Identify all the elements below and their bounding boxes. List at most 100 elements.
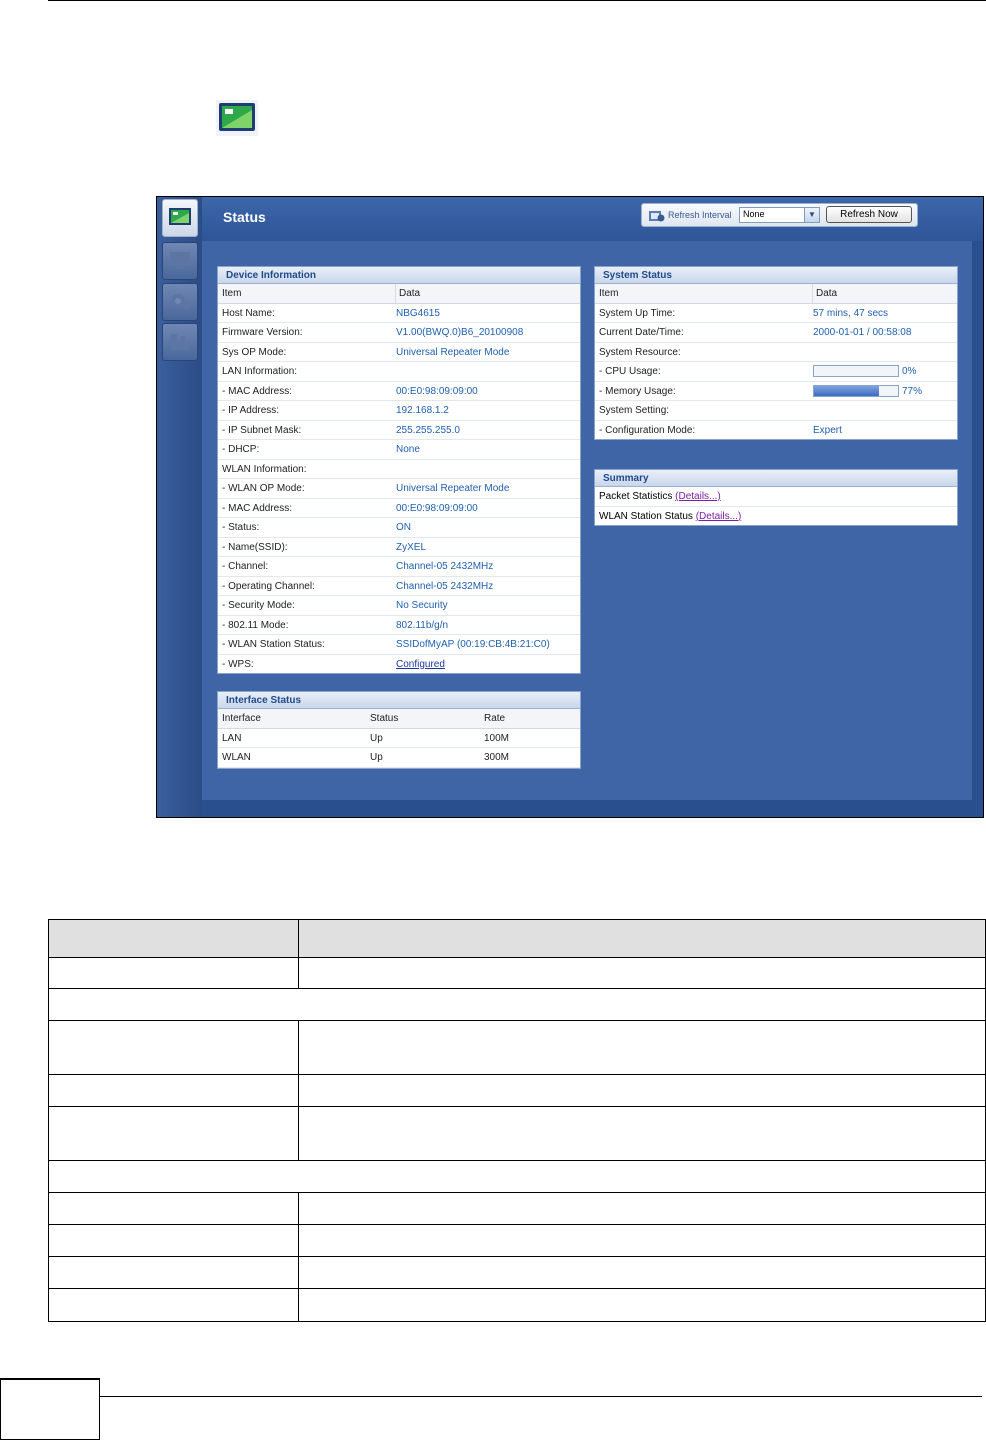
interface-rate: 300M bbox=[484, 752, 510, 763]
table-row: - Name(SSID): ZyXEL bbox=[218, 538, 580, 557]
table-row: LAN Up 100M bbox=[218, 729, 580, 748]
refresh-now-button[interactable]: Refresh Now bbox=[826, 206, 912, 223]
device-info-value[interactable]: Configured bbox=[396, 659, 445, 670]
table-row: - IP Subnet Mask: 255.255.255.0 bbox=[218, 421, 580, 440]
device-info-item: - WPS: bbox=[222, 658, 254, 670]
status-icon bbox=[216, 100, 258, 136]
table-row: Host Name: NBG4615 bbox=[218, 304, 580, 323]
cpu-usage-value: 0% bbox=[902, 366, 917, 377]
device-info-item: - IP Address: bbox=[222, 405, 280, 416]
memory-usage-label: - Memory Usage: bbox=[599, 385, 676, 397]
table-row: - WLAN OP Mode: Universal Repeater Mode bbox=[218, 479, 580, 499]
device-info-item: - 802.11 Mode: bbox=[222, 619, 289, 631]
interface-status: Up bbox=[370, 752, 383, 763]
wlan-station-details-link[interactable]: (Details...) bbox=[696, 511, 742, 522]
footer-rule bbox=[100, 1396, 982, 1397]
device-info-item: Sys OP Mode: bbox=[222, 346, 287, 358]
device-info-value: Universal Repeater Mode bbox=[396, 483, 510, 494]
device-info-value: 00:E0:98:09:09:00 bbox=[396, 385, 478, 397]
refresh-interval-label: Refresh Interval bbox=[668, 210, 732, 220]
interface-name: LAN bbox=[222, 732, 242, 744]
device-info-item: - WLAN OP Mode: bbox=[222, 483, 305, 494]
system-resource-label: System Resource: bbox=[599, 346, 681, 358]
table-row bbox=[48, 1288, 986, 1322]
table-row: - Channel: Channel-05 2432MHz bbox=[218, 557, 580, 577]
web-ui-screenshot: Status Refresh Interval None ▼ Refresh N… bbox=[156, 196, 984, 818]
wlan-station-status-label: WLAN Station Status bbox=[599, 510, 693, 522]
cpu-usage-label: - CPU Usage: bbox=[599, 366, 661, 377]
status-tab-icon[interactable] bbox=[162, 199, 198, 237]
system-setting-label: System Setting: bbox=[599, 405, 670, 416]
panel-title: Summary bbox=[595, 470, 957, 487]
table-row: - WPS: Configured bbox=[218, 655, 580, 674]
device-info-item: Host Name: bbox=[222, 307, 275, 319]
column-header-item: Item bbox=[599, 288, 619, 299]
column-header-interface: Interface bbox=[222, 713, 261, 724]
column-header-status: Status bbox=[370, 713, 399, 724]
table-row bbox=[48, 1160, 986, 1193]
table-row: - DHCP: None bbox=[218, 440, 580, 460]
device-info-value: ON bbox=[396, 522, 411, 533]
list-item: Current Date/Time: 2000-01-01 / 00:58:08 bbox=[595, 323, 957, 343]
table-row bbox=[48, 1224, 986, 1257]
monitor-tab-icon[interactable] bbox=[162, 242, 198, 280]
list-item: System Resource: bbox=[595, 343, 957, 362]
packet-statistics-details-link[interactable]: (Details...) bbox=[675, 491, 721, 502]
refresh-interval-select[interactable]: None ▼ bbox=[739, 207, 820, 223]
table-header: Item Data bbox=[218, 284, 580, 304]
page-number-box bbox=[0, 1378, 100, 1440]
current-datetime-label: Current Date/Time: bbox=[599, 327, 684, 338]
table-row: WLAN Information: bbox=[218, 460, 580, 479]
table-row: - MAC Address: 00:E0:98:09:09:00 bbox=[218, 382, 580, 401]
configuration-tab-icon[interactable] bbox=[162, 283, 198, 321]
device-info-value: No Security bbox=[396, 600, 448, 611]
table-row: - WLAN Station Status: SSIDofMyAP (00:19:… bbox=[218, 635, 580, 655]
chevron-down-icon[interactable]: ▼ bbox=[804, 208, 819, 222]
device-info-item: - IP Subnet Mask: bbox=[222, 424, 302, 436]
column-header-rate: Rate bbox=[484, 713, 506, 724]
device-info-value: 255.255.255.0 bbox=[396, 424, 460, 436]
table-row: WLAN Up 300M bbox=[218, 748, 580, 768]
table-row: - Security Mode: No Security bbox=[218, 596, 580, 616]
device-info-value: Universal Repeater Mode bbox=[396, 346, 510, 358]
table-row: Firmware Version: V1.00(BWQ.0)B6_20100908 bbox=[218, 323, 580, 343]
table-header: Interface Status Rate bbox=[218, 709, 580, 729]
memory-usage-value: 77% bbox=[902, 385, 923, 397]
list-item: - Memory Usage: 77% bbox=[595, 382, 957, 401]
device-info-value: ZyXEL bbox=[396, 541, 427, 553]
device-info-value: SSIDofMyAP (00:19:CB:4B:21:C0) bbox=[396, 639, 550, 650]
table-row: - Operating Channel: Channel-05 2432MHz bbox=[218, 577, 580, 596]
table-row bbox=[48, 1074, 986, 1107]
device-info-item: - Security Mode: bbox=[222, 600, 295, 611]
device-info-item: - Operating Channel: bbox=[222, 580, 315, 592]
table-header bbox=[48, 919, 986, 958]
configuration-mode-value: Expert bbox=[813, 424, 842, 436]
table-row bbox=[48, 1106, 986, 1161]
table-row bbox=[48, 988, 986, 1021]
interface-name: WLAN bbox=[222, 752, 251, 763]
table-row: - Status: ON bbox=[218, 518, 580, 538]
page-title: Status bbox=[223, 209, 266, 225]
device-info-item: - Status: bbox=[222, 522, 260, 533]
device-info-item: - Channel: bbox=[222, 561, 269, 572]
device-info-item: - Name(SSID): bbox=[222, 541, 288, 553]
list-item: WLAN Station Status (Details...) bbox=[595, 507, 957, 526]
device-info-value: 192.168.1.2 bbox=[396, 405, 449, 416]
list-item: System Setting: bbox=[595, 401, 957, 421]
list-item: - Configuration Mode: Expert bbox=[595, 421, 957, 440]
device-info-item: - MAC Address: bbox=[222, 502, 293, 514]
device-info-value: Channel-05 2432MHz bbox=[396, 561, 494, 572]
device-info-item: Firmware Version: bbox=[222, 327, 303, 338]
maintenance-tab-icon[interactable] bbox=[162, 323, 198, 361]
table-row: LAN Information: bbox=[218, 362, 580, 382]
system-status-panel: System Status Item Data System Up Time: … bbox=[594, 266, 958, 440]
device-information-panel: Device Information Item Data Host Name: N… bbox=[217, 266, 581, 674]
list-item: Packet Statistics (Details...) bbox=[595, 487, 957, 507]
list-item: - CPU Usage: 0% bbox=[595, 362, 957, 382]
table-row: Sys OP Mode: Universal Repeater Mode bbox=[218, 343, 580, 362]
memory-usage-bar bbox=[813, 384, 899, 397]
summary-panel: Summary Packet Statistics (Details...) W… bbox=[594, 469, 958, 526]
device-info-rows: Host Name: NBG4615 Firmware Version: V1.00(… bbox=[218, 304, 580, 674]
device-info-item: - WLAN Station Status: bbox=[222, 639, 325, 650]
device-info-item: - MAC Address: bbox=[222, 385, 293, 397]
